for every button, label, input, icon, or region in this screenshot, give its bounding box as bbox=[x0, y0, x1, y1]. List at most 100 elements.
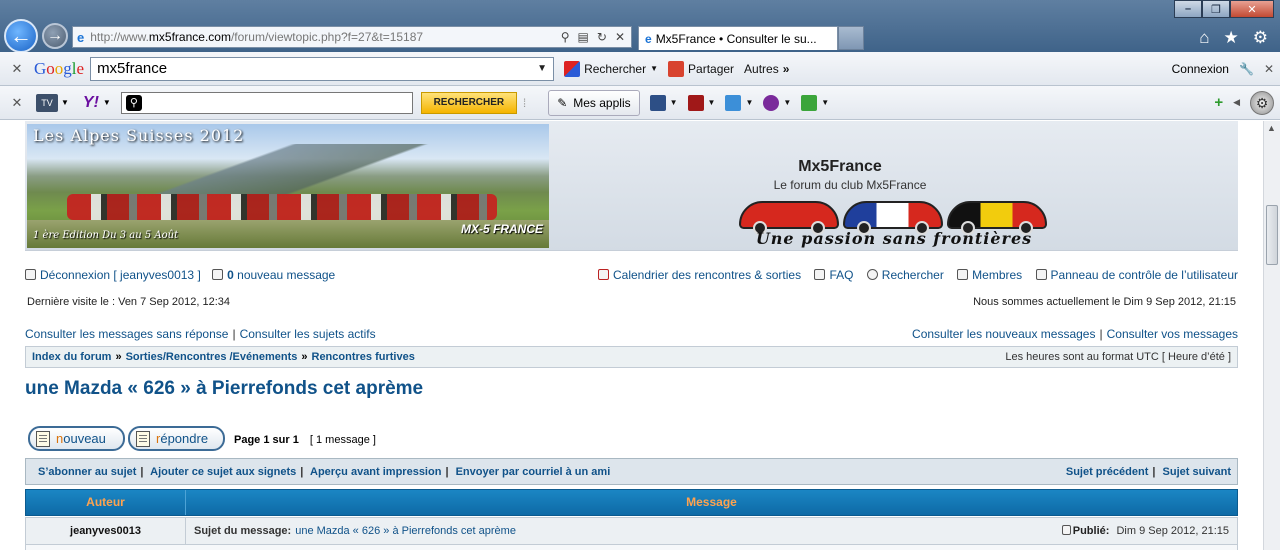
search-icon[interactable]: ⚲ bbox=[561, 30, 570, 44]
chevron-down-icon[interactable]: ▼ bbox=[537, 63, 553, 74]
user-panel-icon bbox=[1035, 269, 1047, 280]
logout-link[interactable]: Déconnexion [ jeanyves0013 ] bbox=[40, 268, 201, 282]
members-icon bbox=[957, 269, 969, 280]
more-label: Autres bbox=[744, 61, 779, 76]
previous-topic-link[interactable]: Sujet précédent bbox=[1066, 466, 1149, 478]
tv-icon[interactable]: TV bbox=[36, 93, 58, 112]
reply-button[interactable]: r épondre bbox=[128, 426, 225, 451]
new-message-count[interactable]: 0 bbox=[227, 268, 234, 282]
post-subject-bar: Sujet du message: une Mazda « 626 » à Pi… bbox=[186, 518, 1237, 544]
tab-title: Mx5France • Consulter le su... bbox=[655, 31, 817, 46]
close-toolbar-icon[interactable]: ✕ bbox=[6, 95, 28, 111]
breadcrumb-item-rencontres[interactable]: Rencontres furtives bbox=[312, 351, 415, 363]
unanswered-link[interactable]: Consulter les messages sans réponse bbox=[25, 327, 228, 341]
toolbar-grip-icon: ⁞ bbox=[522, 95, 527, 110]
user-nav-left: Déconnexion [ jeanyves0013 ] 0 nouveau m… bbox=[25, 268, 335, 282]
new-message-link[interactable]: nouveau message bbox=[237, 268, 335, 282]
column-message: Message bbox=[686, 495, 737, 509]
bookmark-link[interactable]: Ajouter ce sujet aux signets bbox=[150, 466, 296, 478]
login-link[interactable]: Connexion bbox=[1172, 62, 1229, 76]
post-subject-link[interactable]: une Mazda « 626 » à Pierrefonds cet aprè… bbox=[295, 525, 516, 537]
browser-tab-active[interactable]: e Mx5France • Consulter le su... bbox=[638, 26, 838, 50]
mail-app-button[interactable]: ▼ bbox=[725, 94, 753, 111]
calendar-link[interactable]: Calendrier des rencontres & sorties bbox=[613, 268, 801, 282]
stop-icon[interactable]: ✕ bbox=[615, 30, 625, 44]
email-friend-link[interactable]: Envoyer par courriel à un ami bbox=[456, 466, 611, 478]
chevron-down-icon[interactable]: ▼ bbox=[103, 98, 111, 107]
settings-gear-icon[interactable]: ⚙ bbox=[1250, 90, 1274, 115]
next-topic-link[interactable]: Sujet suivant bbox=[1163, 466, 1231, 478]
address-bar[interactable]: e http://www. mx5france.com/forum/viewtop… bbox=[72, 26, 632, 48]
wrench-icon[interactable]: 🔧 bbox=[1239, 62, 1254, 76]
home-icon[interactable]: ⌂ bbox=[1199, 28, 1209, 48]
post-author[interactable]: jeanyves0013 bbox=[26, 518, 186, 544]
google-search-input[interactable]: mx5france ▼ bbox=[90, 56, 555, 81]
yahoo-search-button[interactable]: RECHERCHER bbox=[420, 91, 517, 114]
forward-button[interactable]: → bbox=[42, 23, 68, 49]
more-button[interactable]: Autres » bbox=[744, 62, 789, 76]
chevron-down-icon[interactable]: ▼ bbox=[61, 98, 69, 107]
subscribe-link[interactable]: S’abonner au sujet bbox=[38, 466, 136, 478]
new-topic-button[interactable]: n ouveau bbox=[28, 426, 125, 451]
scroll-up-icon[interactable]: ▲ bbox=[1267, 123, 1276, 133]
notes-app-button[interactable]: ▼ bbox=[687, 94, 715, 111]
topic-title[interactable]: une Mazda « 626 » à Pierrefonds cet aprè… bbox=[25, 378, 423, 400]
mon-app-button[interactable]: ▼ bbox=[763, 94, 791, 111]
minimize-button[interactable]: – bbox=[1174, 0, 1202, 18]
favorites-star-icon[interactable]: ★ bbox=[1224, 28, 1239, 48]
print-preview-link[interactable]: Aperçu avant impression bbox=[310, 466, 441, 478]
refresh-icon[interactable]: ↻ bbox=[597, 30, 607, 44]
my-apps-button[interactable]: ✎ Mes applis bbox=[548, 89, 640, 116]
share-button[interactable]: Partager bbox=[668, 60, 734, 77]
ie-page-icon: e bbox=[77, 29, 85, 45]
search-links-left: Consulter les messages sans réponse | Cons… bbox=[25, 327, 376, 341]
scrollbar-thumb[interactable] bbox=[1266, 205, 1278, 265]
new-tab-button[interactable] bbox=[838, 26, 864, 50]
post-body-start bbox=[25, 545, 1238, 550]
back-button[interactable]: ← bbox=[4, 19, 38, 53]
yahoo-search-input[interactable]: ⚲ bbox=[120, 91, 413, 114]
maximize-button[interactable]: ❐ bbox=[1202, 0, 1230, 18]
message-icon bbox=[212, 269, 224, 280]
close-window-button[interactable]: ✕ bbox=[1230, 0, 1274, 18]
calendar-icon bbox=[598, 269, 609, 280]
ucp-link[interactable]: Panneau de contrôle de l’utilisateur bbox=[1051, 268, 1238, 282]
share-icon bbox=[668, 60, 685, 77]
faq-icon bbox=[814, 269, 826, 280]
new-posts-link[interactable]: Consulter les nouveaux messages bbox=[912, 327, 1095, 341]
compat-view-icon[interactable]: ▤ bbox=[578, 30, 589, 44]
swiss-car-icon bbox=[739, 201, 839, 235]
addon-app-button[interactable]: ▼ bbox=[801, 94, 829, 111]
post-link-icon[interactable] bbox=[1061, 525, 1071, 535]
members-link[interactable]: Membres bbox=[972, 268, 1022, 282]
tools-gear-icon[interactable]: ⚙ bbox=[1253, 28, 1268, 48]
timezone-info: Les heures sont au format UTC [ Heure d’… bbox=[1005, 351, 1231, 363]
topic-actions-bar: S’abonner au sujet | Ajouter ce sujet aux… bbox=[25, 458, 1238, 485]
banner-image[interactable]: Les Alpes Suisses 2012 1 ère Edition Du … bbox=[27, 124, 549, 248]
your-posts-link[interactable]: Consulter vos messages bbox=[1107, 327, 1238, 341]
breadcrumb: Index du forum » Sorties/Rencontres /Evé… bbox=[25, 346, 1238, 368]
close-toolbar-icon[interactable]: ✕ bbox=[1264, 62, 1274, 76]
page-scrollbar[interactable]: ▲ bbox=[1263, 121, 1280, 550]
search-link[interactable]: Rechercher bbox=[882, 268, 944, 282]
add-icon[interactable]: + bbox=[1214, 94, 1223, 111]
french-car-icon bbox=[843, 201, 943, 235]
breadcrumb-item-index[interactable]: Index du forum bbox=[32, 351, 111, 363]
new-topic-accesskey: n bbox=[56, 431, 64, 446]
my-apps-label: Mes applis bbox=[573, 95, 631, 110]
breadcrumb-item-sorties[interactable]: Sorties/Rencontres /Evénements bbox=[126, 351, 298, 363]
close-toolbar-icon[interactable]: ✕ bbox=[6, 61, 28, 77]
web-page: Les Alpes Suisses 2012 1 ère Edition Du … bbox=[0, 121, 1263, 550]
chevron-left-icon[interactable]: ◀ bbox=[1233, 97, 1240, 108]
active-topics-link[interactable]: Consulter les sujets actifs bbox=[240, 327, 376, 341]
faq-link[interactable]: FAQ bbox=[829, 268, 853, 282]
media-app-button[interactable]: ▼ bbox=[649, 94, 678, 111]
banner-title: Les Alpes Suisses 2012 bbox=[33, 126, 245, 145]
google-logo[interactable]: Google bbox=[34, 59, 84, 79]
yahoo-logo[interactable]: Y! bbox=[83, 94, 99, 112]
new-topic-icon bbox=[36, 430, 50, 447]
posts-table-header: Auteur Message bbox=[25, 489, 1238, 516]
google-search-button[interactable]: Rechercher ▼ bbox=[564, 60, 658, 77]
user-nav-right: Calendrier des rencontres & sorties FAQ … bbox=[588, 268, 1238, 282]
google-toolbar: ✕ Google mx5france ▼ Rechercher ▼ Partag… bbox=[0, 52, 1280, 86]
